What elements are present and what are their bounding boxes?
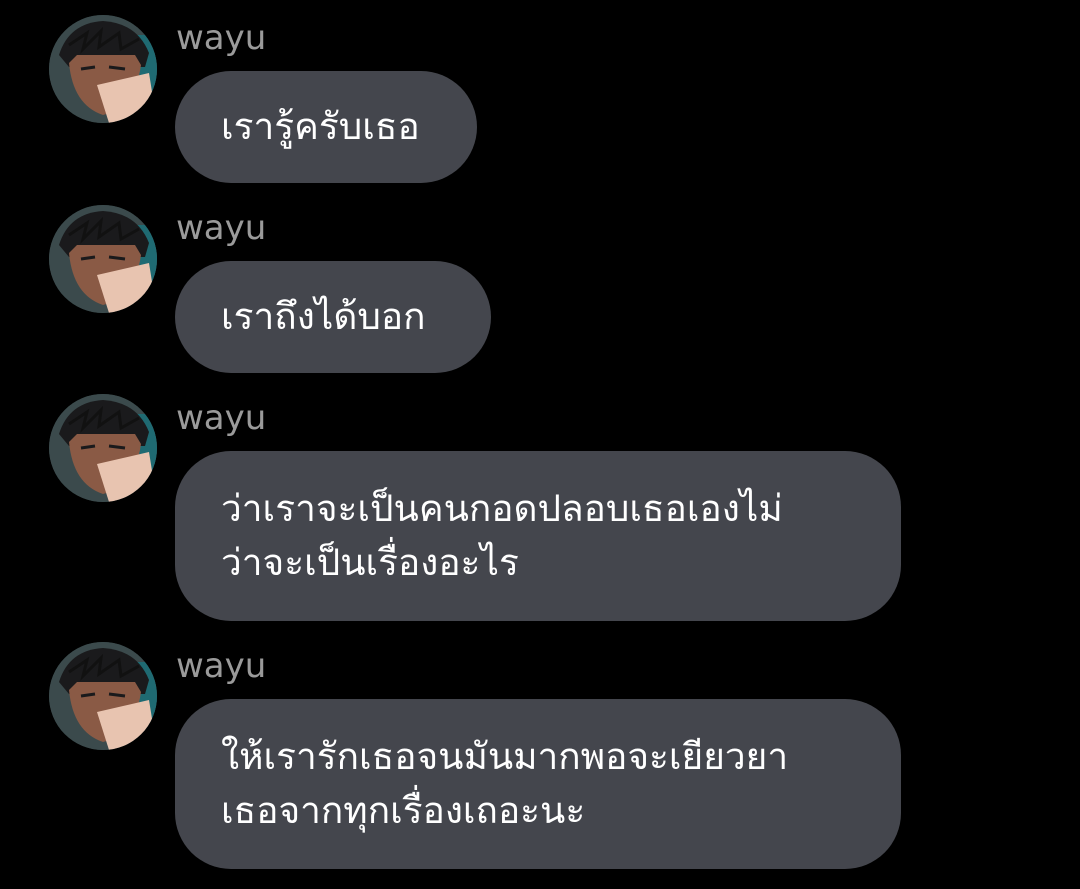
anime-boy-avatar-icon: [49, 642, 157, 750]
chat-thread: wayu เรารู้ครับเธอ wayu เราถึงได้บอก way…: [0, 0, 1080, 889]
anime-boy-avatar-icon: [49, 15, 157, 123]
message-text: ว่าเราจะเป็นคนกอดปลอบเธอเองไม่ ว่าจะเป็น…: [221, 487, 783, 584]
sender-name: wayu: [176, 18, 267, 58]
anime-boy-avatar-icon: [49, 394, 157, 502]
message-bubble[interactable]: ให้เรารักเธอจนมันมากพอจะเยียวยา เธอจากทุ…: [175, 699, 901, 869]
message-bubble[interactable]: เราถึงได้บอก: [175, 261, 491, 373]
message-text: เรารู้ครับเธอ: [221, 105, 420, 148]
sender-name: wayu: [176, 398, 267, 438]
message-text: ให้เรารักเธอจนมันมากพอจะเยียวยา เธอจากทุ…: [221, 735, 789, 832]
message-bubble[interactable]: เรารู้ครับเธอ: [175, 71, 477, 183]
avatar[interactable]: [49, 642, 157, 750]
message-text: เราถึงได้บอก: [221, 295, 426, 338]
sender-name: wayu: [176, 208, 267, 248]
message-bubble[interactable]: ว่าเราจะเป็นคนกอดปลอบเธอเองไม่ ว่าจะเป็น…: [175, 451, 901, 621]
sender-name: wayu: [176, 646, 267, 686]
anime-boy-avatar-icon: [49, 205, 157, 313]
avatar[interactable]: [49, 15, 157, 123]
avatar[interactable]: [49, 394, 157, 502]
avatar[interactable]: [49, 205, 157, 313]
